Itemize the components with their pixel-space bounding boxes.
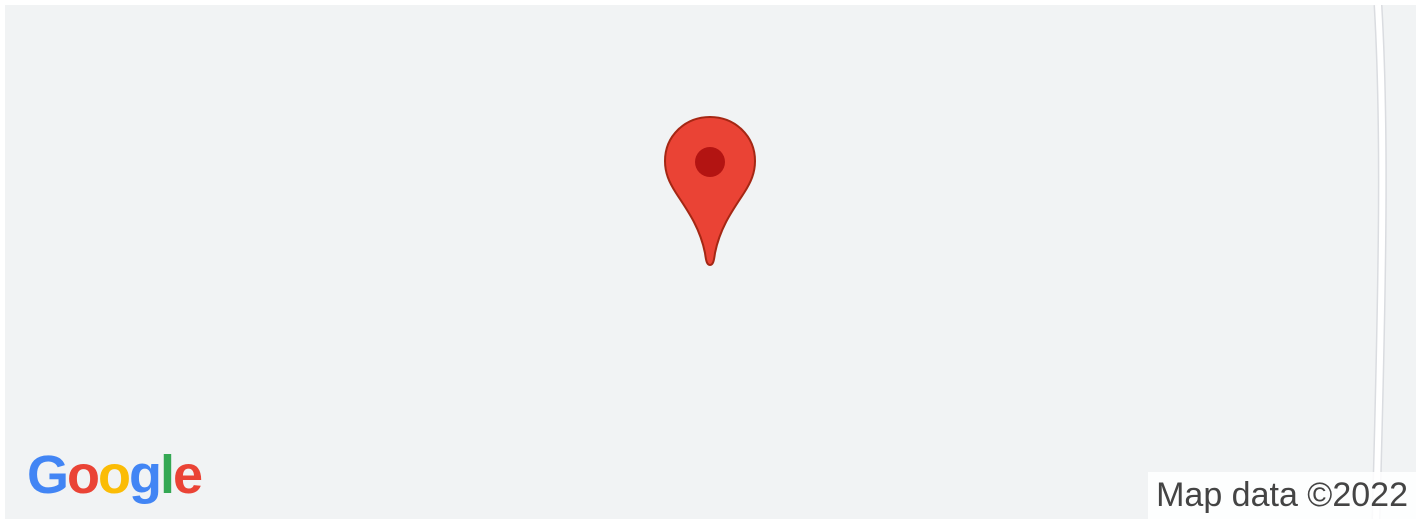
logo-letter: G — [27, 445, 69, 505]
logo-letter: e — [173, 445, 203, 505]
map-pin-icon — [663, 115, 757, 267]
map-canvas[interactable]: Google Map data ©2022 — [5, 5, 1416, 519]
google-logo[interactable]: Google — [27, 445, 203, 505]
location-marker[interactable] — [661, 113, 759, 268]
logo-letter: o — [98, 445, 131, 505]
map-attribution[interactable]: Map data ©2022 — [1148, 472, 1416, 519]
logo-letter: l — [160, 445, 175, 505]
logo-letter: o — [67, 445, 100, 505]
logo-letter: g — [129, 445, 162, 505]
